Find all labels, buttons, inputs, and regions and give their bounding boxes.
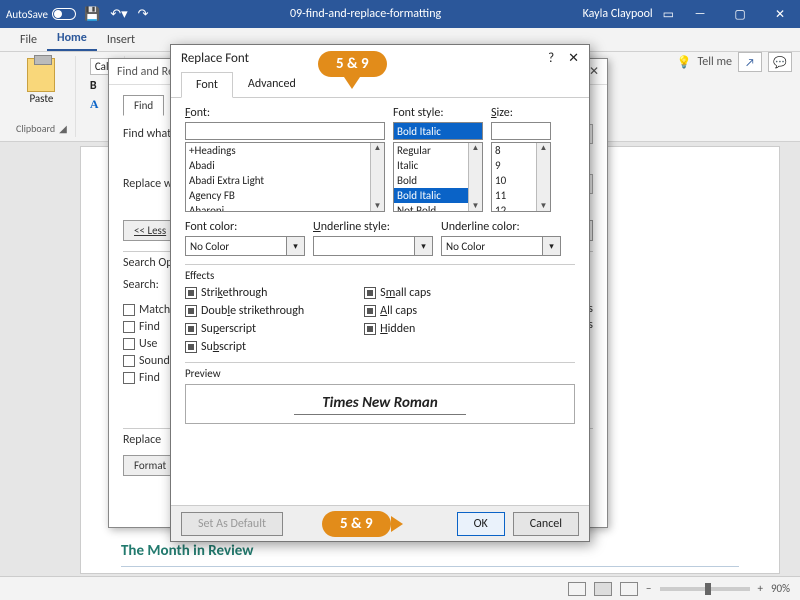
style-input[interactable] <box>393 122 483 140</box>
quick-access-toolbar: 💾 ↶▾ ↷ <box>84 7 149 22</box>
check-all-caps[interactable]: All caps <box>364 304 431 318</box>
check-double-strike[interactable]: Double strikethrough <box>185 304 304 318</box>
scrollbar[interactable]: ▲▼ <box>370 143 384 211</box>
preview-text: Times New Roman <box>294 394 465 415</box>
document-title: 09-find-and-replace-formatting <box>149 7 583 21</box>
tab-file[interactable]: File <box>10 29 47 51</box>
underline-style-label: Underline style: <box>313 220 433 234</box>
rf-cancel-button[interactable]: Cancel <box>513 512 579 536</box>
font-label: Font: <box>185 106 385 120</box>
check-strikethrough[interactable]: Strikethrough <box>185 286 304 300</box>
font-color-label: Font color: <box>185 220 305 234</box>
titlebar: AutoSave 💾 ↶▾ ↷ 09-find-and-replace-form… <box>0 0 800 28</box>
tab-advanced[interactable]: Advanced <box>233 71 311 97</box>
size-input[interactable] <box>491 122 551 140</box>
chevron-down-icon: ▾ <box>543 236 561 256</box>
underline-color-combo[interactable]: No Color▾ <box>441 236 561 256</box>
size-label: Size: <box>491 106 551 120</box>
chevron-down-icon: ▾ <box>287 236 305 256</box>
ribbon-options-icon[interactable]: ▭ <box>663 7 674 22</box>
tell-me-icon[interactable]: 💡 <box>677 55 692 70</box>
font-input[interactable] <box>185 122 385 140</box>
search-label: Search: <box>123 278 159 292</box>
set-default-button[interactable]: Set As Default <box>181 512 283 536</box>
font-color-icon[interactable]: A <box>90 97 99 112</box>
paste-icon[interactable] <box>27 58 55 92</box>
web-layout-icon[interactable] <box>620 582 638 596</box>
tab-home[interactable]: Home <box>47 27 97 51</box>
style-listbox[interactable]: Regular Italic Bold Bold Italic Not Bold… <box>393 142 483 212</box>
opt-find2[interactable]: Find <box>139 371 160 385</box>
opt-sound[interactable]: Sound <box>139 354 170 368</box>
opt-use[interactable]: Use <box>139 337 157 351</box>
save-icon[interactable]: 💾 <box>84 7 100 22</box>
autosave-label: AutoSave <box>6 8 48 21</box>
redo-icon[interactable]: ↷ <box>138 7 149 22</box>
clipboard-group: Paste Clipboard ◢ <box>8 56 76 137</box>
list-item[interactable]: Abadi <box>186 158 384 173</box>
chevron-down-icon: ▾ <box>415 236 433 256</box>
bold-icon[interactable]: B <box>90 79 97 93</box>
tab-find[interactable]: Find <box>123 95 164 116</box>
share-button[interactable]: ↗ <box>738 52 762 72</box>
autosave-toggle[interactable]: AutoSave <box>6 8 76 21</box>
callout-label: 5 & 9 <box>322 511 391 537</box>
ok-button[interactable]: OK <box>457 512 505 536</box>
underline-color-label: Underline color: <box>441 220 561 234</box>
underline-style-combo[interactable]: ▾ <box>313 236 433 256</box>
zoom-slider[interactable] <box>660 587 750 591</box>
tab-font[interactable]: Font <box>181 72 233 98</box>
font-listbox[interactable]: +Headings Abadi Abadi Extra Light Agency… <box>185 142 385 212</box>
effects-label: Effects <box>185 269 575 282</box>
opt-find1[interactable]: Find <box>139 320 160 334</box>
tab-insert[interactable]: Insert <box>97 29 145 51</box>
toggle-icon <box>52 8 76 20</box>
undo-icon[interactable]: ↶▾ <box>110 7 127 22</box>
style-label: Font style: <box>393 106 483 120</box>
list-item[interactable]: +Headings <box>186 143 384 158</box>
tell-me-label[interactable]: Tell me <box>697 55 732 69</box>
size-listbox[interactable]: 8 9 10 11 12 ▲▼ <box>491 142 551 212</box>
check-subscript[interactable]: Subscript <box>185 340 304 354</box>
callout-bottom: 5 & 9 <box>322 511 391 537</box>
check-small-caps[interactable]: Small caps <box>364 286 431 300</box>
check-hidden[interactable]: Hidden <box>364 322 431 336</box>
replace-font-dialog: Replace Font ? ✕ Font Advanced Font: +Hea… <box>170 44 590 542</box>
replace-font-title: Replace Font <box>181 51 249 66</box>
read-mode-icon[interactable] <box>568 582 586 596</box>
callout-label: 5 & 9 <box>318 51 387 77</box>
clipboard-label: Clipboard <box>16 122 55 135</box>
scrollbar[interactable]: ▲▼ <box>536 143 550 211</box>
scrollbar[interactable]: ▲▼ <box>468 143 482 211</box>
preview-box: Times New Roman <box>185 384 575 424</box>
check-superscript[interactable]: Superscript <box>185 322 304 336</box>
close-button[interactable]: ✕ <box>760 0 800 28</box>
preview-label: Preview <box>185 363 575 384</box>
opt-match[interactable]: Match <box>139 303 170 317</box>
dialog-launcher-icon[interactable]: ◢ <box>59 122 67 135</box>
fr-close-icon[interactable]: ✕ <box>589 64 599 79</box>
font-color-combo[interactable]: No Color▾ <box>185 236 305 256</box>
zoom-in-icon[interactable]: + <box>758 582 763 595</box>
status-bar: − + 90% <box>0 576 800 600</box>
zoom-out-icon[interactable]: − <box>646 582 651 595</box>
rf-help-icon[interactable]: ? <box>548 51 554 66</box>
print-layout-icon[interactable] <box>594 582 612 596</box>
comments-button[interactable]: 💬 <box>768 52 792 72</box>
list-item[interactable]: Abadi Extra Light <box>186 173 384 188</box>
list-item[interactable]: Aharoni <box>186 203 384 212</box>
list-item[interactable]: Agency FB <box>186 188 384 203</box>
minimize-button[interactable]: — <box>680 0 720 28</box>
paste-label[interactable]: Paste <box>29 92 53 105</box>
maximize-button[interactable]: ▢ <box>720 0 760 28</box>
user-name: Kayla Claypool <box>583 7 653 21</box>
zoom-value[interactable]: 90% <box>771 582 790 595</box>
callout-top: 5 & 9 <box>318 51 387 77</box>
rf-close-icon[interactable]: ✕ <box>568 51 579 66</box>
